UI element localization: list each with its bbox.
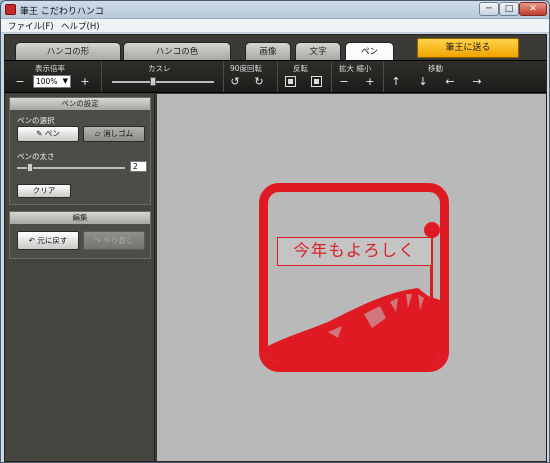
tab-stamp-shape[interactable]: ハンコの形 [15, 42, 121, 60]
scale-label: 拡大 縮小 [339, 64, 372, 73]
rotate-90-label: 90度回転 [230, 64, 263, 73]
pen-thickness-slider-track[interactable] [17, 167, 125, 169]
tab-stamp-color[interactable]: ハンコの色 [123, 42, 231, 60]
kasure-label: カスレ [148, 64, 171, 73]
eraser-icon: ▱ [94, 129, 104, 138]
redo-button-label: やり直し [103, 236, 134, 245]
divider [277, 61, 278, 92]
flip-label: 反転 [293, 64, 308, 73]
edit-section: 編集 ↶ 元に戻す ↷ やり直し [9, 211, 151, 259]
app-area: ハンコの形 ハンコの色 画像 文字 ペン 筆王に送る 表示倍率 − 100% ▼ … [4, 34, 547, 462]
menu-help[interactable]: ヘルプ(H) [61, 20, 100, 32]
divider [101, 61, 102, 92]
stamp-frame: 今年もよろしく [259, 183, 449, 372]
close-button[interactable]: ✕ [519, 2, 547, 16]
kasure-slider-thumb[interactable] [150, 77, 157, 86]
pen-thickness-slider-thumb[interactable] [27, 163, 34, 172]
flag-ball [424, 222, 440, 238]
move-right-icon[interactable]: → [469, 74, 485, 90]
flip-horizontal-icon[interactable] [282, 74, 298, 90]
dropdown-arrow-icon: ▼ [62, 77, 68, 85]
tab-pen[interactable]: ペン [345, 42, 394, 60]
rotate-left-icon[interactable]: ↺ [227, 74, 243, 90]
stamp-text: 今年もよろしく [277, 237, 432, 266]
send-to-fudeo-button[interactable]: 筆王に送る [417, 38, 519, 58]
maximize-button[interactable]: □ [499, 2, 519, 16]
divider [383, 61, 384, 92]
scale-down-button[interactable]: − [336, 74, 352, 90]
pen-select-label: ペンの選択 [17, 116, 55, 125]
minimize-button[interactable]: ─ [479, 2, 499, 16]
divider [223, 61, 224, 92]
title-bar: 筆王 こだわりハンコ ─ □ ✕ [1, 1, 549, 19]
pen-settings-header: ペンの設定 [10, 98, 150, 110]
divider [331, 61, 332, 92]
rotate-right-icon[interactable]: ↻ [251, 74, 267, 90]
zoom-out-button[interactable]: − [13, 74, 27, 90]
menu-bar: ファイル(F) ヘルプ(H) [1, 19, 549, 33]
clear-button[interactable]: クリア [17, 184, 71, 198]
eraser-button-label: 消しゴム [103, 129, 134, 138]
edit-header: 編集 [10, 212, 150, 224]
zoom-select[interactable]: 100% ▼ [33, 75, 71, 88]
tab-text[interactable]: 文字 [295, 42, 341, 60]
pen-icon: ✎ [36, 129, 45, 138]
pen-thickness-label: ペンの太さ [17, 152, 55, 161]
scale-up-button[interactable]: + [362, 74, 378, 90]
app-window: 筆王 こだわりハンコ ─ □ ✕ ファイル(F) ヘルプ(H) ハンコの形 ハン… [0, 0, 550, 463]
kasure-slider-track[interactable] [112, 81, 214, 83]
zoom-in-button[interactable]: + [78, 74, 92, 90]
side-panel: ペンの設定 ペンの選択 ✎ ペン ▱ 消しゴム ペンの太さ 2 クリア 編集 ↶… [5, 94, 155, 461]
toolbar: 表示倍率 − 100% ▼ + カスレ 90度回転 ↺ ↻ 反転 拡大 縮小 − … [5, 60, 546, 93]
move-left-icon[interactable]: ← [442, 74, 458, 90]
pen-button-label: ペン [44, 129, 60, 138]
pen-settings-section: ペンの設定 ペンの選択 ✎ ペン ▱ 消しゴム ペンの太さ 2 クリア [9, 97, 151, 205]
stamp-canvas[interactable]: 今年もよろしく [157, 94, 546, 461]
flip-vertical-icon[interactable] [308, 74, 324, 90]
redo-button[interactable]: ↷ やり直し [83, 231, 145, 250]
move-label: 移動 [428, 64, 443, 73]
pen-thickness-value[interactable]: 2 [130, 161, 147, 172]
tab-image[interactable]: 画像 [245, 42, 291, 60]
pen-button[interactable]: ✎ ペン [17, 126, 79, 142]
menu-file[interactable]: ファイル(F) [8, 20, 54, 32]
mount-fuji-image [268, 288, 440, 363]
move-up-icon[interactable]: ↑ [388, 74, 404, 90]
move-down-icon[interactable]: ↓ [415, 74, 431, 90]
app-icon [5, 4, 16, 15]
undo-button[interactable]: ↶ 元に戻す [17, 231, 79, 250]
undo-button-label: 元に戻す [37, 236, 68, 245]
eraser-button[interactable]: ▱ 消しゴム [83, 126, 145, 142]
zoom-label: 表示倍率 [35, 64, 65, 73]
window-title: 筆王 こだわりハンコ [20, 7, 104, 17]
zoom-value: 100% [36, 77, 58, 86]
